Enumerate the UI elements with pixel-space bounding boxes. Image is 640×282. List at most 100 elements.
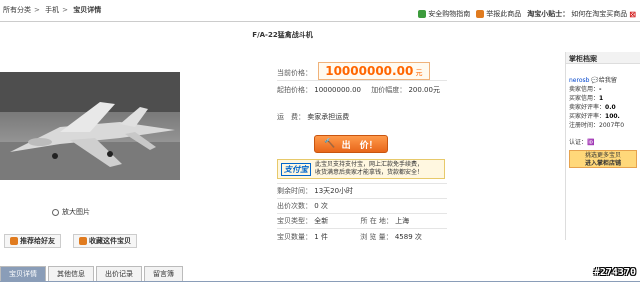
freight-value: 卖家承担运费 xyxy=(307,113,350,121)
tab-item-details[interactable]: 宝贝详情 xyxy=(0,266,46,282)
current-price-value: 10000000.00 xyxy=(325,64,414,78)
shop-btn-line2: 进入掌柜店铺 xyxy=(584,160,621,167)
item-photo[interactable] xyxy=(0,72,180,180)
alipay-text-line1: 此宝贝支持支付宝，网上汇款免手续费， xyxy=(315,161,424,168)
seller-name-row: nerosb 💬给我留 xyxy=(566,76,640,85)
favorite-label: 收藏这件宝贝 xyxy=(89,237,131,245)
current-price-label: 当前价格： xyxy=(277,69,312,77)
start-price-value: 10000000.00 xyxy=(314,86,361,94)
breadcrumb: 所有分类 > 手机 > 宝贝详情 xyxy=(3,5,104,15)
buyer-credit-label: 买家信用： xyxy=(569,95,600,102)
views-value: 4589 次 xyxy=(394,233,422,241)
seller-panel: 掌柜档案 nerosb 💬给我留 卖家信用：- 买家信用：1 卖家好评率：0.0… xyxy=(565,52,640,240)
location-label: 所 在 地： xyxy=(360,217,393,225)
reg-value: 2007年0 xyxy=(599,122,625,129)
safety-guide-link[interactable]: 安全购物指南 xyxy=(418,9,470,19)
tab-bid-records[interactable]: 出价记录 xyxy=(96,266,142,282)
remaining-time-row: 剩余时间： 13天20小时 xyxy=(277,186,353,196)
quantity-value: 1 件 xyxy=(314,233,328,241)
divider xyxy=(0,21,640,22)
alipay-text-line2: 收货满意后卖家才能拿钱，货款都安全！ xyxy=(315,169,424,176)
enter-shop-button[interactable]: 挑选更多宝贝 进入掌柜店铺 xyxy=(569,150,637,168)
alipay-notice: 支付宝 此宝贝支持支付宝，网上汇款免手续费， 收货满意后卖家才能拿钱，货款都安全… xyxy=(277,159,445,179)
chat-icon[interactable]: 💬 xyxy=(591,77,598,84)
seller-rate-row: 卖家好评率：0.0 xyxy=(566,103,640,112)
buyer-rate-value: 100. xyxy=(605,113,620,120)
divider xyxy=(277,198,447,199)
type-value: 全新 xyxy=(314,217,329,225)
type-label: 宝贝类型： xyxy=(277,217,312,225)
header-links: 安全购物指南 举报此商品 淘宝小贴士： 如何在淘宝买商品 ⊠ xyxy=(418,9,636,19)
recommend-to-friend-button[interactable]: 推荐给好友 xyxy=(4,234,61,248)
verify-label: 认证： xyxy=(569,139,588,146)
remaining-label: 剩余时间： xyxy=(277,187,312,195)
bid-button[interactable]: 🔨 出 价！ xyxy=(314,135,388,153)
seller-credit-label: 卖家信用： xyxy=(569,86,600,93)
recommend-label: 推荐给好友 xyxy=(20,237,55,245)
alipay-text: 此宝贝支持支付宝，网上汇款免手续费， 收货满意后卖家才能拿钱，货款都安全！ xyxy=(315,161,423,177)
breadcrumb-phones[interactable]: 手机 xyxy=(45,6,59,14)
views-label: 浏 览 量： xyxy=(360,233,393,241)
verify-badge-icon[interactable]: 🆔 xyxy=(587,139,594,146)
freight-row: 运 费： 卖家承担运费 xyxy=(277,112,349,122)
favorite-item-button[interactable]: 收藏这件宝贝 xyxy=(73,234,137,248)
seller-credit-row: 卖家信用：- xyxy=(566,85,640,94)
tip-link[interactable]: 如何在淘宝买商品 xyxy=(571,9,627,19)
alipay-logo[interactable]: 支付宝 xyxy=(281,162,311,176)
breadcrumb-current: 宝贝详情 xyxy=(73,6,102,14)
seller-panel-heading: 掌柜档案 xyxy=(566,52,640,64)
divider xyxy=(277,183,447,184)
close-icon[interactable]: ⊠ xyxy=(629,10,636,19)
divider xyxy=(277,228,447,229)
buyer-rate-row: 买家好评率：100. xyxy=(566,112,640,121)
buyer-credit-row: 买家信用：1 xyxy=(566,94,640,103)
fighter-jet-image xyxy=(0,72,180,180)
buyer-rate-label: 买家好评率： xyxy=(569,113,606,120)
seller-name[interactable]: nerosb xyxy=(569,77,589,84)
tip-box: 淘宝小贴士： 如何在淘宝买商品 ⊠ xyxy=(527,9,636,19)
chat-label[interactable]: 给我留 xyxy=(599,77,617,84)
shop-btn-line1: 挑选更多宝贝 xyxy=(584,152,621,159)
tip-label: 淘宝小贴士： xyxy=(527,10,570,18)
safety-guide-label: 安全购物指南 xyxy=(428,10,471,18)
buyer-credit-value: 1 xyxy=(599,95,604,102)
seller-rate-value: 0.0 xyxy=(605,104,616,111)
increment-value: 200.00元 xyxy=(408,86,440,94)
breadcrumb-sep: > xyxy=(62,6,68,14)
price-unit: 元 xyxy=(415,69,423,77)
item-title: F/A-22猛禽战斗机 xyxy=(252,31,313,39)
breadcrumb-sep: > xyxy=(34,6,40,14)
divider xyxy=(277,80,447,81)
start-price-row: 起拍价格： 10000000.00 加价幅度： 200.00元 xyxy=(277,85,440,95)
bid-count-label: 出价次数： xyxy=(277,202,312,210)
breadcrumb-all-categories[interactable]: 所有分类 xyxy=(3,6,31,14)
current-price-box: 10000000.00 元 xyxy=(318,62,430,80)
start-price-label: 起拍价格： xyxy=(277,86,312,94)
report-item-link[interactable]: 举报此商品 xyxy=(476,9,521,19)
location-value: 上海 xyxy=(395,217,410,225)
bid-button-label: 出 价！ xyxy=(341,140,378,151)
quantity-label: 宝贝数量： xyxy=(277,233,312,241)
gift-icon xyxy=(10,237,18,245)
quantity-views-row: 宝贝数量： 1 件 浏 览 量： 4589 次 xyxy=(277,232,422,242)
bid-count-row: 出价次数： 0 次 xyxy=(277,201,328,211)
favorite-icon xyxy=(79,237,87,245)
zoom-image-link[interactable]: 放大图片 xyxy=(52,207,90,217)
magnifier-icon xyxy=(52,208,59,216)
reg-time-row: 注册时间：2007年0 xyxy=(566,121,640,130)
increment-label: 加价幅度： xyxy=(371,86,407,94)
tab-other-info[interactable]: 其他信息 xyxy=(48,266,94,282)
divider xyxy=(277,213,447,214)
type-location-row: 宝贝类型： 全新 所 在 地： 上海 xyxy=(277,216,409,226)
shield-icon xyxy=(418,10,427,18)
verify-row: 认证：🆔 xyxy=(566,138,640,147)
seller-rate-label: 卖家好评率： xyxy=(569,104,606,111)
freight-label: 运 费： xyxy=(277,113,305,121)
tab-guestbook[interactable]: 留言簿 xyxy=(144,266,183,282)
report-icon xyxy=(476,10,485,18)
current-price-row: 当前价格： 10000000.00 元 xyxy=(277,62,430,80)
report-item-label: 举报此商品 xyxy=(486,10,522,18)
seller-credit-value: - xyxy=(599,86,602,93)
reg-label: 注册时间： xyxy=(569,122,600,129)
zoom-label: 放大图片 xyxy=(62,208,90,216)
